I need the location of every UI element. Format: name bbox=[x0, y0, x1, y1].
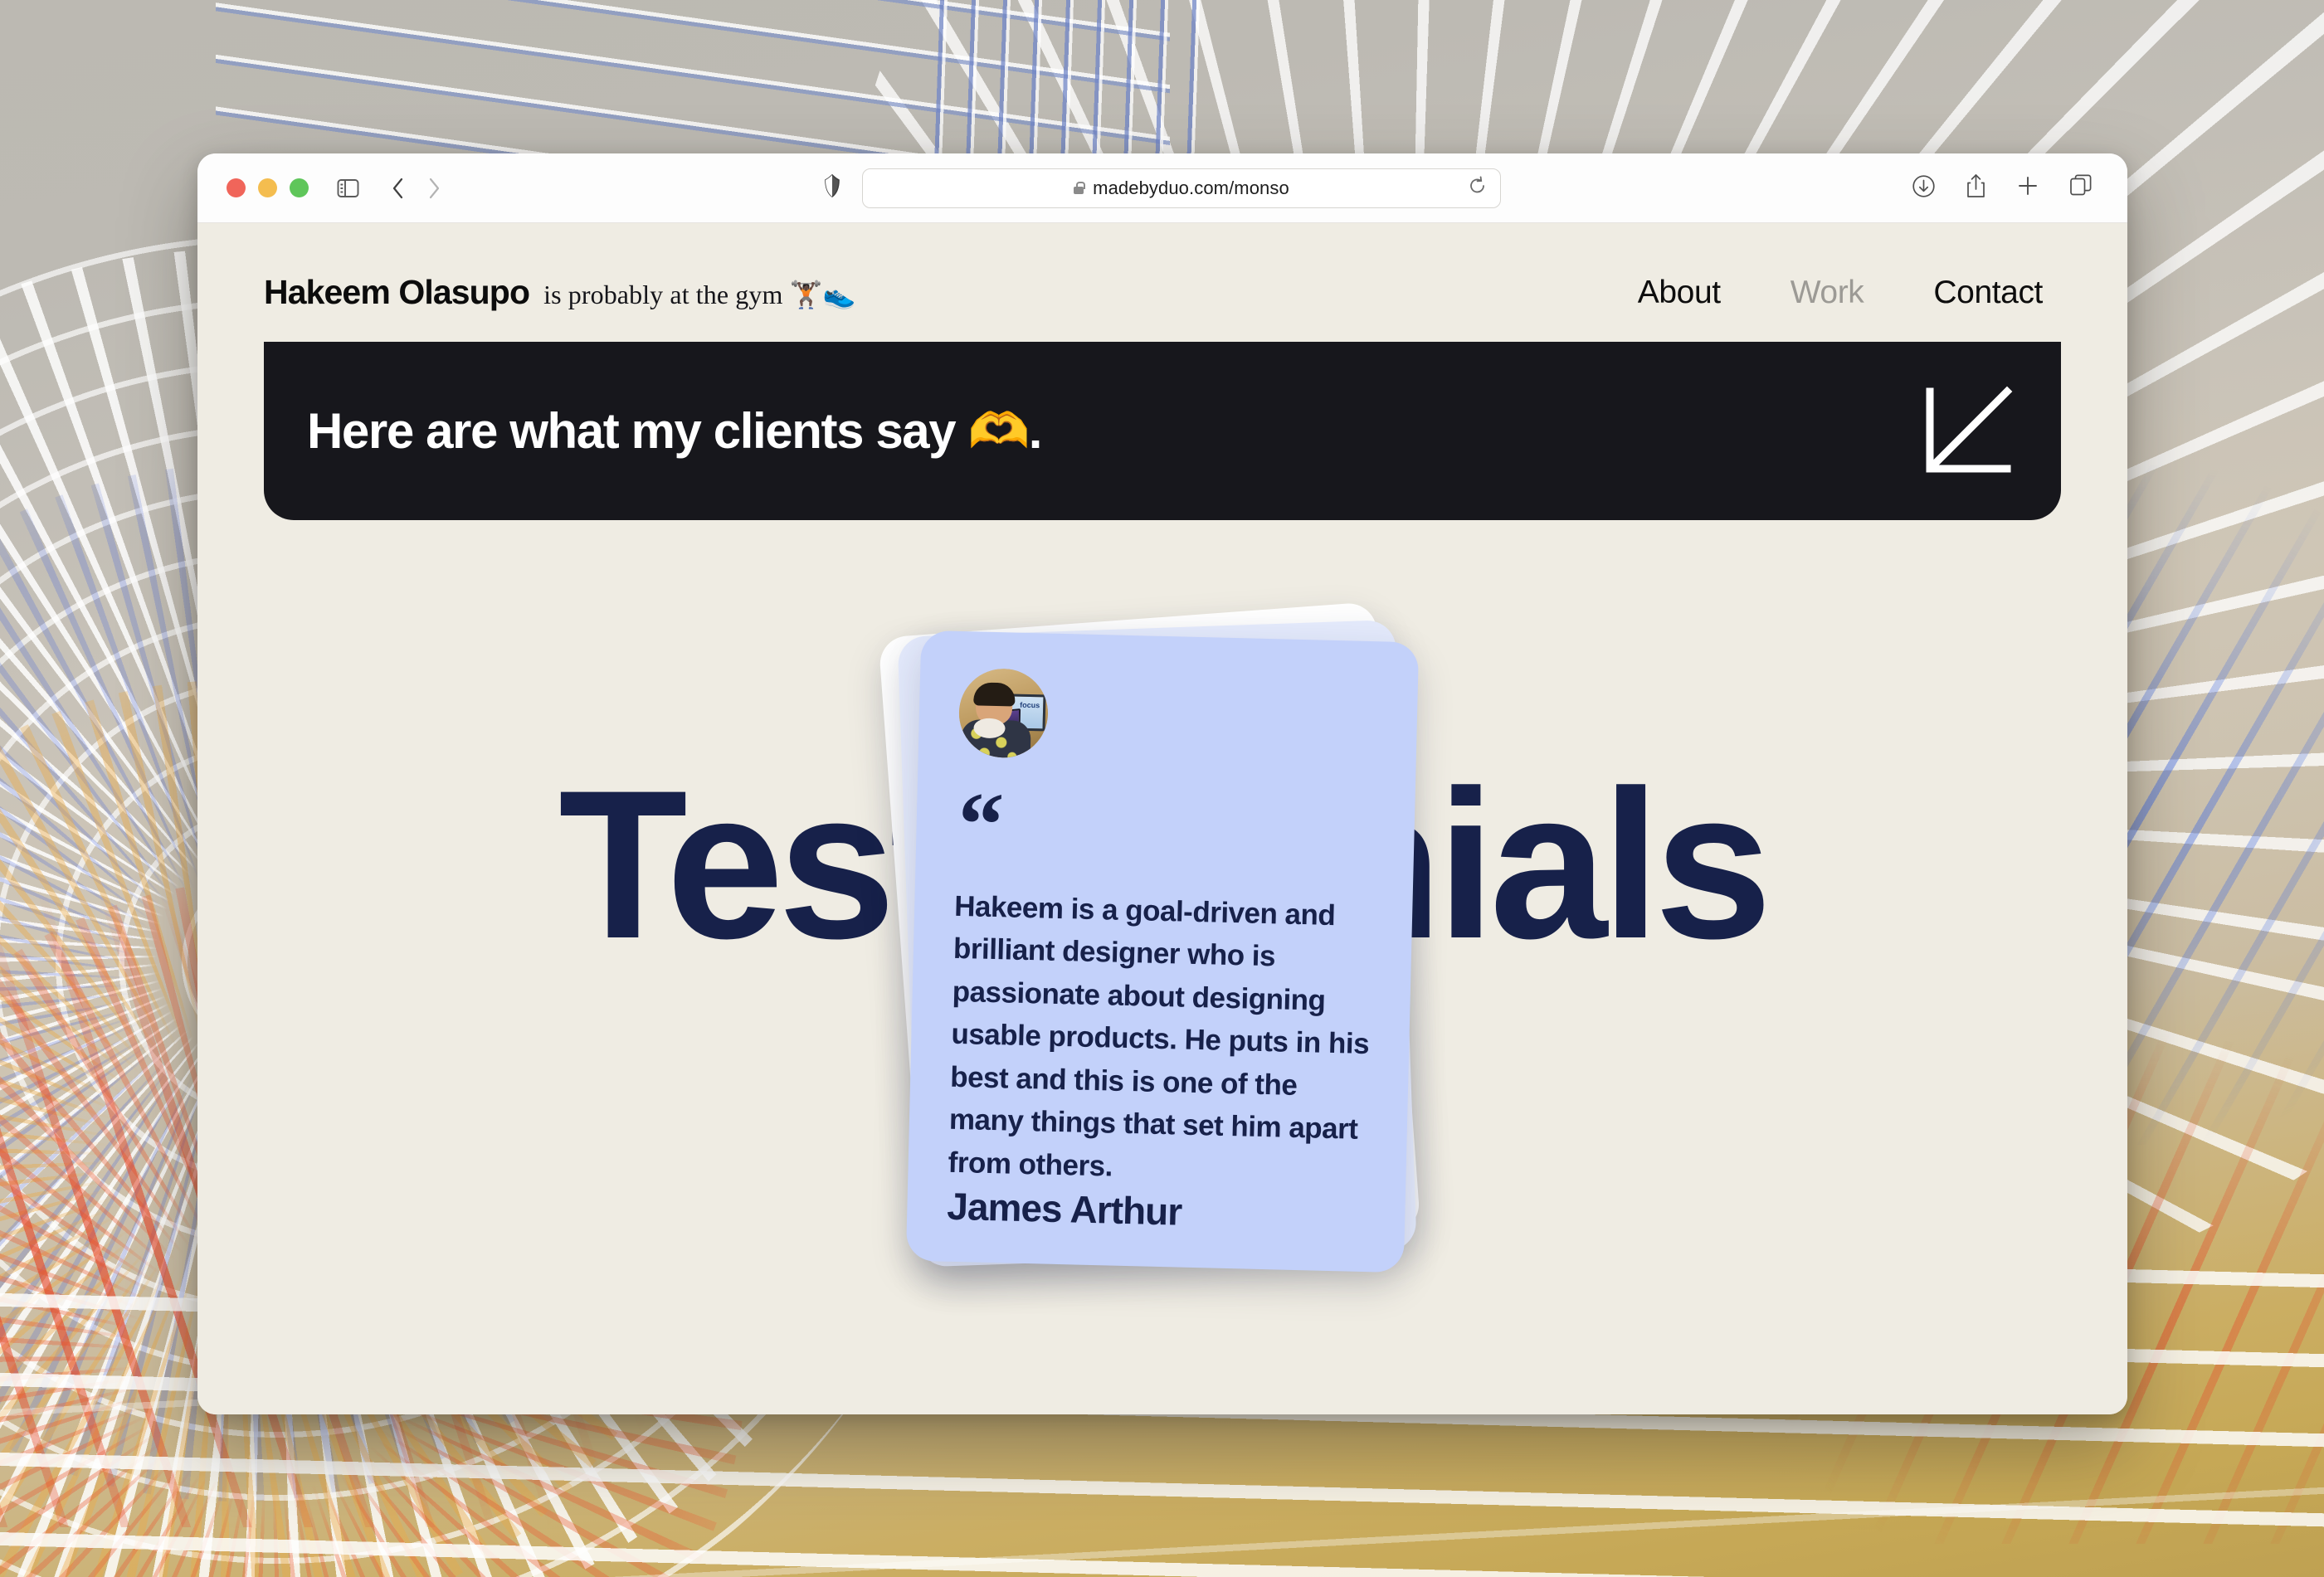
desktop-wallpaper: madebyduo.com/monso Hakeem Olasupo is pr… bbox=[0, 0, 2324, 1577]
lock-icon bbox=[1074, 182, 1085, 194]
brand-logo[interactable]: Hakeem Olasupo is probably at the gym 🏋🏿… bbox=[264, 273, 855, 312]
minimize-window-button[interactable] bbox=[258, 178, 277, 197]
downloads-icon[interactable] bbox=[1912, 174, 1936, 202]
avatar: focus bbox=[957, 667, 1050, 759]
brand-tagline: is probably at the gym 🏋🏿👟 bbox=[543, 280, 856, 309]
testimonial-card-stack[interactable]: focus “ Hakeem is a goal-driven and bril… bbox=[878, 601, 1421, 1273]
reload-icon[interactable] bbox=[1469, 176, 1487, 200]
main-navigation: About Work Contact bbox=[1638, 275, 2061, 311]
quote-mark-icon: “ bbox=[957, 772, 1006, 876]
testimonial-card[interactable]: focus “ Hakeem is a goal-driven and bril… bbox=[905, 630, 1420, 1273]
testimonial-quote: Hakeem is a goal-driven and brilliant de… bbox=[948, 889, 1370, 1183]
privacy-shield-icon[interactable] bbox=[824, 173, 840, 202]
share-icon[interactable] bbox=[1966, 173, 1986, 202]
browser-window: madebyduo.com/monso Hakeem Olasupo is pr… bbox=[197, 153, 2127, 1414]
back-chevron-icon[interactable] bbox=[382, 173, 413, 204]
browser-toolbar: madebyduo.com/monso bbox=[197, 153, 2127, 223]
nav-link-contact[interactable]: Contact bbox=[1933, 275, 2043, 311]
webpage-content: Hakeem Olasupo is probably at the gym 🏋🏿… bbox=[197, 223, 2127, 1414]
plus-icon[interactable] bbox=[2016, 174, 2039, 202]
sidebar-icon[interactable] bbox=[332, 173, 363, 204]
browser-right-tools bbox=[1912, 173, 2093, 202]
window-controls[interactable] bbox=[227, 178, 309, 197]
arrow-down-left-icon[interactable] bbox=[1922, 385, 2015, 478]
close-window-button[interactable] bbox=[227, 178, 246, 197]
nav-link-work[interactable]: Work bbox=[1791, 275, 1864, 311]
maximize-window-button[interactable] bbox=[290, 178, 309, 197]
forward-chevron-icon[interactable] bbox=[418, 173, 450, 204]
address-bar-area: madebyduo.com/monso bbox=[824, 168, 1501, 208]
tab-overview-icon[interactable] bbox=[2069, 174, 2093, 202]
history-navigation[interactable] bbox=[382, 173, 450, 204]
site-header: Hakeem Olasupo is probably at the gym 🏋🏿… bbox=[197, 223, 2127, 312]
url-input[interactable]: madebyduo.com/monso bbox=[862, 168, 1501, 208]
brand-name: Hakeem Olasupo bbox=[264, 273, 530, 311]
testimonial-author: James Arthur bbox=[946, 1184, 1182, 1234]
testimonials-stage: Testimonials focus bbox=[197, 520, 2127, 1358]
nav-link-about[interactable]: About bbox=[1638, 275, 1721, 311]
url-text: madebyduo.com/monso bbox=[1093, 177, 1289, 198]
clients-say-banner: Here are what my clients say 🫶. bbox=[264, 342, 2061, 520]
banner-headline: Here are what my clients say 🫶. bbox=[307, 403, 1042, 459]
